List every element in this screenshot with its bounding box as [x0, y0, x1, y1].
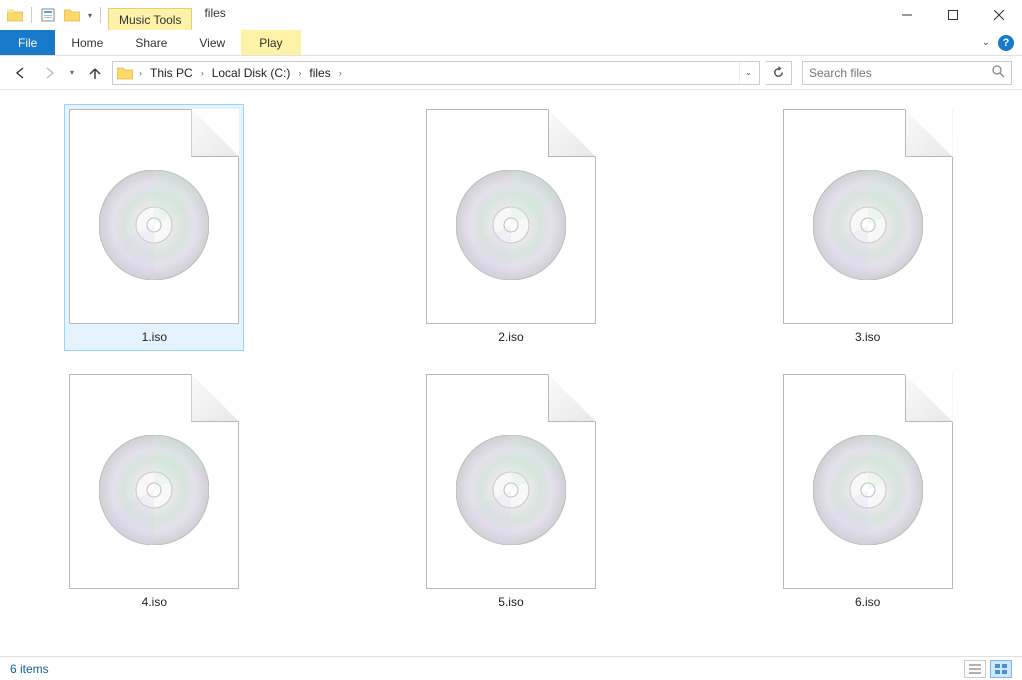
ribbon-right: ⌄ ? — [982, 30, 1022, 55]
file-name-label: 5.iso — [498, 595, 523, 609]
iso-file-icon — [69, 374, 239, 589]
titlebar: ▾ Music Tools files — [0, 0, 1022, 30]
iso-file-icon — [426, 374, 596, 589]
details-view-button[interactable] — [964, 660, 986, 678]
tab-home[interactable]: Home — [55, 30, 119, 55]
tab-share[interactable]: Share — [119, 30, 183, 55]
ribbon-collapse-icon[interactable]: ⌄ — [982, 37, 990, 48]
minimize-button[interactable] — [884, 0, 930, 30]
file-item[interactable]: 6.iso — [778, 369, 958, 616]
new-folder-icon[interactable] — [61, 4, 83, 26]
navigation-bar: ▾ › This PC › Local Disk (C:) › files › … — [0, 56, 1022, 90]
file-name-label: 4.iso — [142, 595, 167, 609]
ribbon-tabs: File Home Share View Play ⌄ ? — [0, 30, 1022, 56]
breadcrumb-this-pc[interactable]: This PC — [146, 66, 197, 80]
search-box[interactable] — [802, 61, 1012, 85]
file-grid: 1.iso 2.iso 3.iso — [16, 104, 1006, 616]
refresh-button[interactable] — [766, 61, 792, 85]
chevron-right-icon[interactable]: › — [335, 68, 346, 78]
qat-separator — [31, 7, 32, 23]
file-name-label: 3.iso — [855, 330, 880, 344]
file-item[interactable]: 1.iso — [64, 104, 244, 351]
forward-button[interactable] — [38, 62, 60, 84]
large-icons-view-button[interactable] — [990, 660, 1012, 678]
tab-play[interactable]: Play — [241, 30, 300, 55]
chevron-right-icon[interactable]: › — [197, 68, 208, 78]
close-button[interactable] — [976, 0, 1022, 30]
file-item[interactable]: 4.iso — [64, 369, 244, 616]
iso-file-icon — [69, 109, 239, 324]
iso-file-icon — [783, 374, 953, 589]
window-controls — [884, 0, 1022, 30]
search-icon[interactable] — [992, 65, 1005, 81]
file-name-label: 6.iso — [855, 595, 880, 609]
up-button[interactable] — [84, 62, 106, 84]
search-input[interactable] — [809, 66, 992, 80]
chevron-right-icon[interactable]: › — [135, 68, 146, 78]
breadcrumb-files[interactable]: files — [305, 66, 334, 80]
properties-icon[interactable] — [37, 4, 59, 26]
address-history-dropdown[interactable]: ⌄ — [739, 62, 757, 84]
quick-access-toolbar: ▾ — [0, 0, 108, 30]
back-button[interactable] — [10, 62, 32, 84]
context-tab-music-tools: Music Tools — [108, 8, 192, 30]
address-bar[interactable]: › This PC › Local Disk (C:) › files › ⌄ — [112, 61, 760, 85]
tab-view[interactable]: View — [183, 30, 241, 55]
breadcrumb-local-disk[interactable]: Local Disk (C:) — [208, 66, 295, 80]
view-switcher — [964, 660, 1012, 678]
maximize-button[interactable] — [930, 0, 976, 30]
tab-file[interactable]: File — [0, 30, 55, 55]
file-item[interactable]: 2.iso — [421, 104, 601, 351]
chevron-right-icon[interactable]: › — [294, 68, 305, 78]
status-bar: 6 items — [0, 656, 1022, 680]
iso-file-icon — [783, 109, 953, 324]
title-tab-area: Music Tools — [108, 0, 192, 30]
file-item[interactable]: 3.iso — [778, 104, 958, 351]
recent-locations-dropdown[interactable]: ▾ — [66, 68, 78, 77]
app-folder-icon — [4, 4, 26, 26]
file-name-label: 1.iso — [142, 330, 167, 344]
file-pane[interactable]: 1.iso 2.iso 3.iso — [0, 90, 1022, 656]
file-item[interactable]: 5.iso — [421, 369, 601, 616]
window-title: files — [192, 0, 237, 30]
file-name-label: 2.iso — [498, 330, 523, 344]
help-icon[interactable]: ? — [998, 35, 1014, 51]
status-item-count: 6 items — [10, 662, 49, 676]
qat-customize-dropdown[interactable]: ▾ — [85, 4, 95, 26]
address-folder-icon[interactable] — [115, 66, 135, 80]
iso-file-icon — [426, 109, 596, 324]
qat-separator-2 — [100, 7, 101, 23]
